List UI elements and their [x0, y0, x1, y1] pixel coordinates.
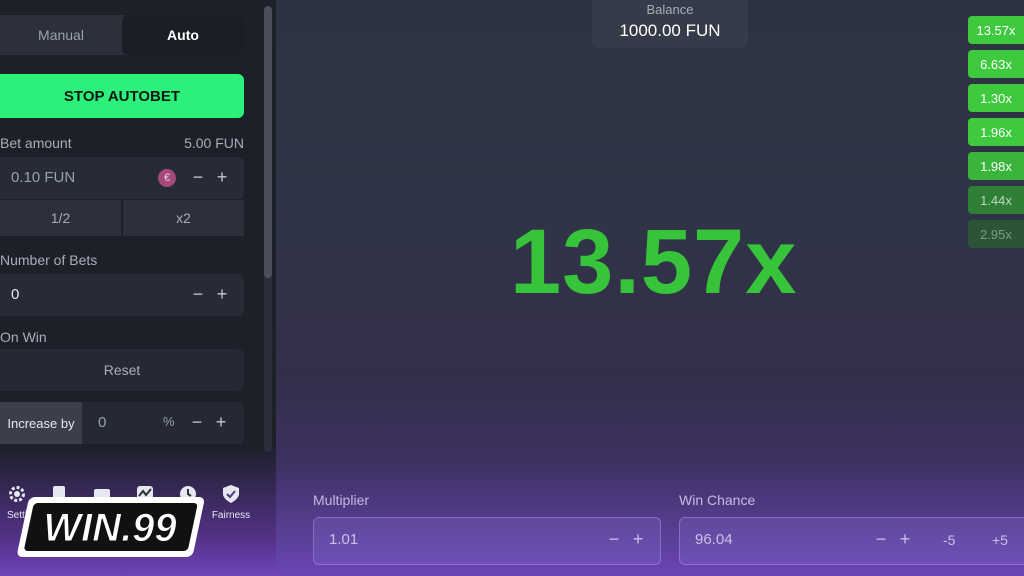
- coin-icon: €: [158, 169, 176, 187]
- bet-amount-label: Bet amount: [0, 135, 72, 151]
- win-chance-plus5-button[interactable]: +5: [992, 532, 1008, 548]
- tab-auto[interactable]: Auto: [122, 15, 244, 55]
- on-win-label: On Win: [0, 329, 47, 345]
- win-chance-decrease-button[interactable]: −: [871, 529, 891, 550]
- stop-autobet-button[interactable]: STOP AUTOBET: [0, 74, 244, 118]
- history-item[interactable]: 13.57x: [968, 16, 1024, 44]
- win-chance-minus5-button[interactable]: -5: [943, 532, 955, 548]
- increase-bets-button[interactable]: +: [211, 284, 233, 305]
- shield-check-icon: [223, 485, 239, 503]
- decrease-bets-button[interactable]: −: [187, 284, 209, 305]
- increase-by-input[interactable]: 0: [98, 414, 106, 431]
- win-chance-increase-button[interactable]: +: [895, 529, 915, 550]
- half-bet-button[interactable]: 1/2: [0, 200, 123, 236]
- multiplier-increase-button[interactable]: +: [628, 529, 648, 550]
- history-list: 13.57x 6.63x 1.30x 1.96x 1.98x 1.44x 2.9…: [968, 16, 1024, 254]
- percent-sign: %: [163, 414, 175, 429]
- win99-logo: WIN.99: [14, 493, 206, 567]
- increase-bet-button[interactable]: +: [211, 167, 233, 188]
- bet-panel: Manual Auto STOP AUTOBET Bet amount 5.00…: [0, 0, 276, 576]
- history-item[interactable]: 1.98x: [968, 152, 1024, 180]
- win-chance-label: Win Chance: [679, 492, 756, 508]
- history-item[interactable]: 6.63x: [968, 50, 1024, 78]
- multiplier-label: Multiplier: [313, 492, 370, 508]
- scrollbar-thumb[interactable]: [264, 6, 272, 278]
- nav-fairness[interactable]: Fairness: [206, 484, 256, 521]
- history-item[interactable]: 1.30x: [968, 84, 1024, 112]
- on-win-increase-row: Increase by 0 % − +: [0, 402, 244, 444]
- multiplier-decrease-button[interactable]: −: [604, 529, 624, 550]
- result-multiplier: 13.57x: [510, 211, 798, 313]
- history-item[interactable]: 2.95x: [968, 220, 1024, 248]
- win-chance-field[interactable]: 96.04 − + -5 +5: [679, 517, 1024, 565]
- win-chance-input[interactable]: 96.04: [695, 531, 733, 548]
- bet-amount-header: Bet amount 5.00 FUN: [0, 135, 244, 151]
- number-of-bets-header: Number of Bets: [0, 252, 244, 268]
- number-of-bets-field[interactable]: 0 − +: [0, 274, 244, 316]
- on-win-reset-button[interactable]: Reset: [0, 349, 244, 391]
- balance-display: Balance 1000.00 FUN: [592, 0, 748, 48]
- balance-value: 1000.00 FUN: [619, 21, 721, 40]
- increase-by-button[interactable]: Increase by: [0, 402, 82, 444]
- decrease-bet-button[interactable]: −: [187, 167, 209, 188]
- sidebar-scrollbar[interactable]: [264, 6, 272, 452]
- history-item[interactable]: 1.44x: [968, 186, 1024, 214]
- bet-modifier-row: 1/2 x2: [0, 200, 244, 236]
- nav-fairness-label: Fairness: [211, 510, 251, 521]
- number-of-bets-label: Number of Bets: [0, 252, 98, 268]
- decrease-increase-button[interactable]: −: [186, 412, 208, 433]
- increase-increase-button[interactable]: +: [210, 412, 232, 433]
- mode-tabs: Manual Auto: [0, 15, 244, 55]
- bet-amount-max: 5.00 FUN: [184, 135, 244, 151]
- logo-text: WIN.99: [43, 506, 177, 550]
- multiplier-input[interactable]: 1.01: [329, 531, 358, 548]
- bet-amount-field[interactable]: 0.10 FUN € − +: [0, 157, 244, 199]
- history-item[interactable]: 1.96x: [968, 118, 1024, 146]
- tab-manual[interactable]: Manual: [0, 15, 122, 55]
- balance-label: Balance: [646, 2, 694, 17]
- on-win-header: On Win: [0, 329, 244, 345]
- multiplier-field[interactable]: 1.01 − +: [313, 517, 661, 565]
- double-bet-button[interactable]: x2: [123, 200, 244, 236]
- number-of-bets-input[interactable]: 0: [11, 286, 19, 303]
- bet-amount-input[interactable]: 0.10 FUN: [11, 169, 75, 186]
